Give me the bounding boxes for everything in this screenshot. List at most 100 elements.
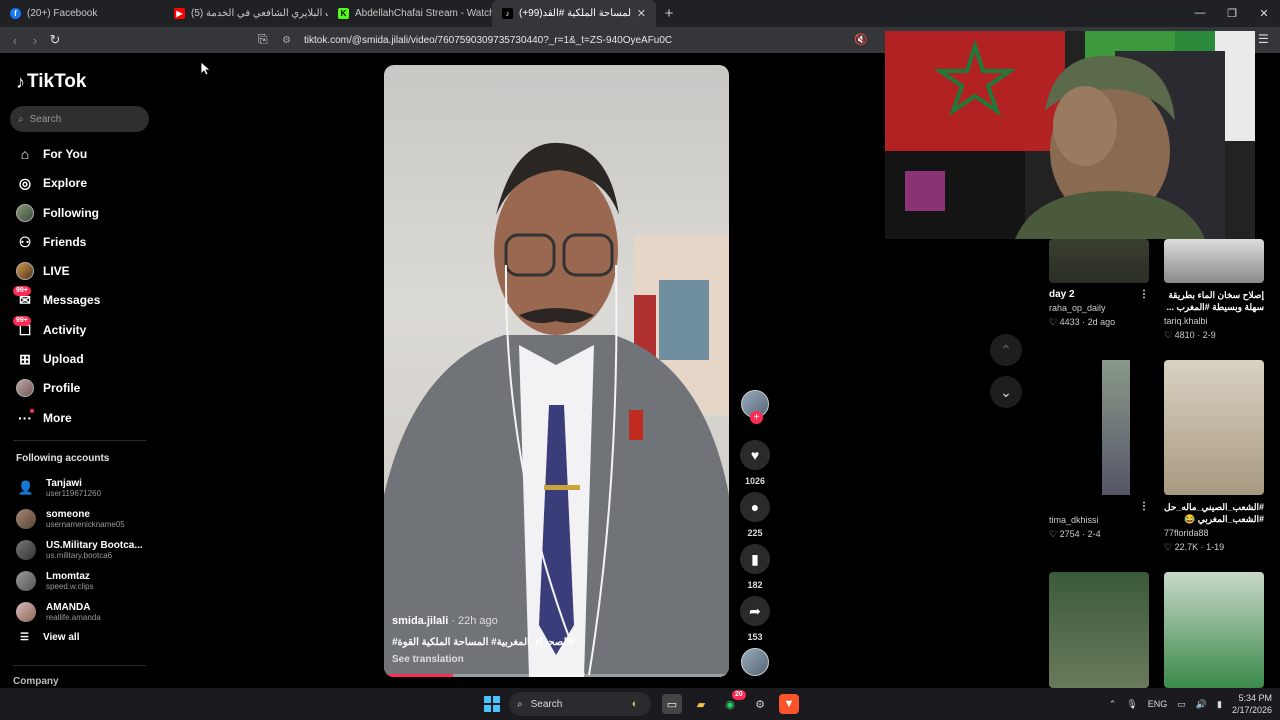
- clock[interactable]: 5:34 PM 2/17/2026: [1232, 692, 1272, 716]
- back-icon[interactable]: ‹: [5, 33, 25, 48]
- minimize-icon[interactable]: —: [1184, 7, 1216, 20]
- reload-icon[interactable]: ↻: [45, 32, 65, 48]
- nav-explore[interactable]: ◎ Explore: [16, 171, 87, 195]
- nav-more[interactable]: ··· More: [16, 406, 72, 430]
- company-link[interactable]: Company: [13, 676, 59, 687]
- nav-live[interactable]: LIVE: [16, 259, 70, 283]
- video-progress-fill: [384, 674, 453, 677]
- language-indicator[interactable]: ENG: [1148, 699, 1168, 709]
- folder-icon[interactable]: ▰: [691, 694, 711, 714]
- new-tab-button[interactable]: +: [656, 5, 682, 22]
- video-card[interactable]: day 2 ⋮ raha_op_daily ♡ 4433 · 2d ago: [1049, 239, 1149, 328]
- video-author[interactable]: smida.jilali: [392, 615, 448, 627]
- account-someone[interactable]: someone usernamenickname05: [16, 506, 125, 532]
- video-card[interactable]: [1164, 572, 1264, 688]
- avatar: +: [741, 390, 769, 424]
- video-card[interactable]: [1049, 572, 1149, 688]
- tab-kick[interactable]: K AbdellahChafai Stream - Watch Live: [328, 0, 492, 27]
- nav-upload[interactable]: ⊞ Upload: [16, 347, 84, 371]
- share-button[interactable]: ➦ 153: [738, 596, 772, 642]
- bookmark-icon: ▮: [740, 544, 770, 574]
- tab-facebook[interactable]: f (20+) Facebook: [0, 0, 164, 27]
- follow-plus-icon[interactable]: +: [750, 411, 763, 424]
- video-caption: smida.jilali · 22h ago: [392, 615, 498, 627]
- windows-start-icon[interactable]: [484, 696, 500, 712]
- windows-taskbar: ⌕ Search ◐ ▭ ▰ ◉ 20 ⚙ ▼ ⌃ 🎙 ENG ▭ 🔊 ▮ 5:3…: [0, 688, 1280, 720]
- tab-label: (5) صاحب البلايري الشافعي في الخدمة: [191, 8, 328, 19]
- account-tanjawi[interactable]: 👤 Tanjawi user119671260: [16, 475, 101, 501]
- task-view-icon[interactable]: ▭: [662, 694, 682, 714]
- url-field[interactable]: ⚙ tiktok.com/@smida.jilali/video/7607590…: [282, 30, 872, 50]
- bookmark-icon[interactable]: ⎘: [258, 32, 268, 47]
- mute-icon[interactable]: 🔇: [854, 33, 868, 46]
- video-card[interactable]: إصلاح سخان الماء بطريقة سهلة وبسيطة #الم…: [1164, 239, 1264, 341]
- list-icon: ☰: [20, 632, 29, 643]
- tiktok-logo[interactable]: ♪ TikTok: [16, 71, 86, 93]
- close-window-icon[interactable]: ✕: [1248, 7, 1280, 20]
- close-icon[interactable]: ✕: [637, 7, 646, 20]
- chevron-up-icon[interactable]: ⌃: [1109, 699, 1117, 710]
- avatar: [16, 540, 36, 560]
- video-hashtags[interactable]: #الصحراء_المغربية# المساحة الملكية القوة…: [392, 637, 575, 648]
- previous-video-button[interactable]: ⌃: [990, 334, 1022, 366]
- monitor-icon[interactable]: ▭: [1177, 699, 1186, 710]
- search-input[interactable]: ⌕ Search: [10, 106, 149, 132]
- avatar: [16, 571, 36, 591]
- forward-icon[interactable]: ›: [25, 33, 45, 48]
- comment-button[interactable]: ● 225: [738, 492, 772, 538]
- volume-icon[interactable]: 🔊: [1196, 699, 1207, 710]
- divider: [13, 665, 146, 666]
- card-user[interactable]: 77florida88: [1164, 528, 1264, 538]
- tiktok-icon: ♪: [502, 8, 513, 19]
- creator-avatar-button[interactable]: +: [738, 390, 772, 424]
- see-translation-link[interactable]: See translation: [392, 654, 464, 665]
- kick-icon: K: [338, 8, 349, 19]
- video-progress-bar[interactable]: [384, 674, 729, 677]
- share-count: 153: [747, 632, 763, 642]
- tab-youtube[interactable]: ▶ (5) صاحب البلايري الشافعي في الخدمة: [164, 0, 328, 27]
- whatsapp-icon[interactable]: ◉ 20: [720, 690, 746, 714]
- nav-profile[interactable]: Profile: [16, 376, 80, 400]
- nav-friends[interactable]: ⚇ Friends: [16, 230, 87, 254]
- video-card[interactable]: ⋮ tima_dkhissi ♡ 2754 · 2-4: [1049, 360, 1149, 540]
- tab-label: القوة المساحة الملكية #القد(99+)#: [519, 8, 631, 19]
- nav-messages[interactable]: ✉ 99+ Messages: [13, 286, 100, 312]
- tab-tiktok[interactable]: ♪ القوة المساحة الملكية #القد(99+)# ✕: [492, 0, 656, 27]
- nav-activity[interactable]: ☐ 99+ Activity: [13, 316, 86, 342]
- sound-avatar-button[interactable]: [738, 648, 772, 676]
- chevron-up-icon: ⌃: [1000, 341, 1012, 358]
- video-player[interactable]: smida.jilali · 22h ago #الصحراء_المغربية…: [384, 65, 729, 677]
- nav-for-you[interactable]: ⌂ For You: [16, 142, 87, 166]
- video-frame: [384, 142, 729, 677]
- video-card[interactable]: #الشعب_الصيني_ماله_حل #الشعب_المغربي 😂 #…: [1164, 360, 1264, 553]
- avatar: [16, 602, 36, 622]
- save-button[interactable]: ▮ 182: [738, 544, 772, 590]
- card-user[interactable]: tima_dkhissi: [1049, 515, 1149, 525]
- restore-icon[interactable]: ❐: [1216, 7, 1248, 20]
- brave-icon[interactable]: ▼: [779, 694, 799, 714]
- browser-menu-icon[interactable]: ☰: [1258, 32, 1269, 46]
- like-count: 1026: [744, 476, 766, 486]
- webcam-overlay: [885, 31, 1255, 239]
- next-video-button[interactable]: ⌄: [990, 376, 1022, 408]
- account-lmomtaz[interactable]: Lmomtaz speed.w.clips: [16, 568, 94, 594]
- microphone-icon[interactable]: 🎙: [1126, 699, 1137, 710]
- friends-icon: ⚇: [18, 233, 32, 250]
- account-us-military[interactable]: US.Military Bootca... us.military.bootca6: [16, 537, 143, 563]
- tiktok-sidebar: ♪ TikTok ⌕ Search ⌂ For You ◎ Explore Fo…: [0, 53, 160, 688]
- divider: [13, 440, 146, 441]
- card-user[interactable]: tariq.khalbi: [1164, 316, 1264, 326]
- site-info-icon[interactable]: ⚙: [282, 35, 294, 46]
- steam-icon[interactable]: ⚙: [750, 694, 770, 714]
- battery-icon[interactable]: ▮: [1217, 699, 1222, 710]
- card-title: إصلاح سخان الماء بطريقة سهلة وبسيطة #الم…: [1166, 290, 1264, 312]
- nav-following[interactable]: Following: [16, 201, 99, 225]
- like-button[interactable]: ♥ 1026: [738, 440, 772, 486]
- tab-label: AbdellahChafai Stream - Watch Live: [355, 8, 492, 19]
- view-all-button[interactable]: ☰ View all: [20, 632, 79, 643]
- account-amanda[interactable]: AMANDA reallife.amanda: [16, 599, 101, 625]
- card-user[interactable]: raha_op_daily: [1049, 303, 1149, 313]
- upload-icon: ⊞: [19, 350, 31, 367]
- message-icon: ✉ 99+: [13, 286, 34, 309]
- share-icon: ➦: [740, 596, 770, 626]
